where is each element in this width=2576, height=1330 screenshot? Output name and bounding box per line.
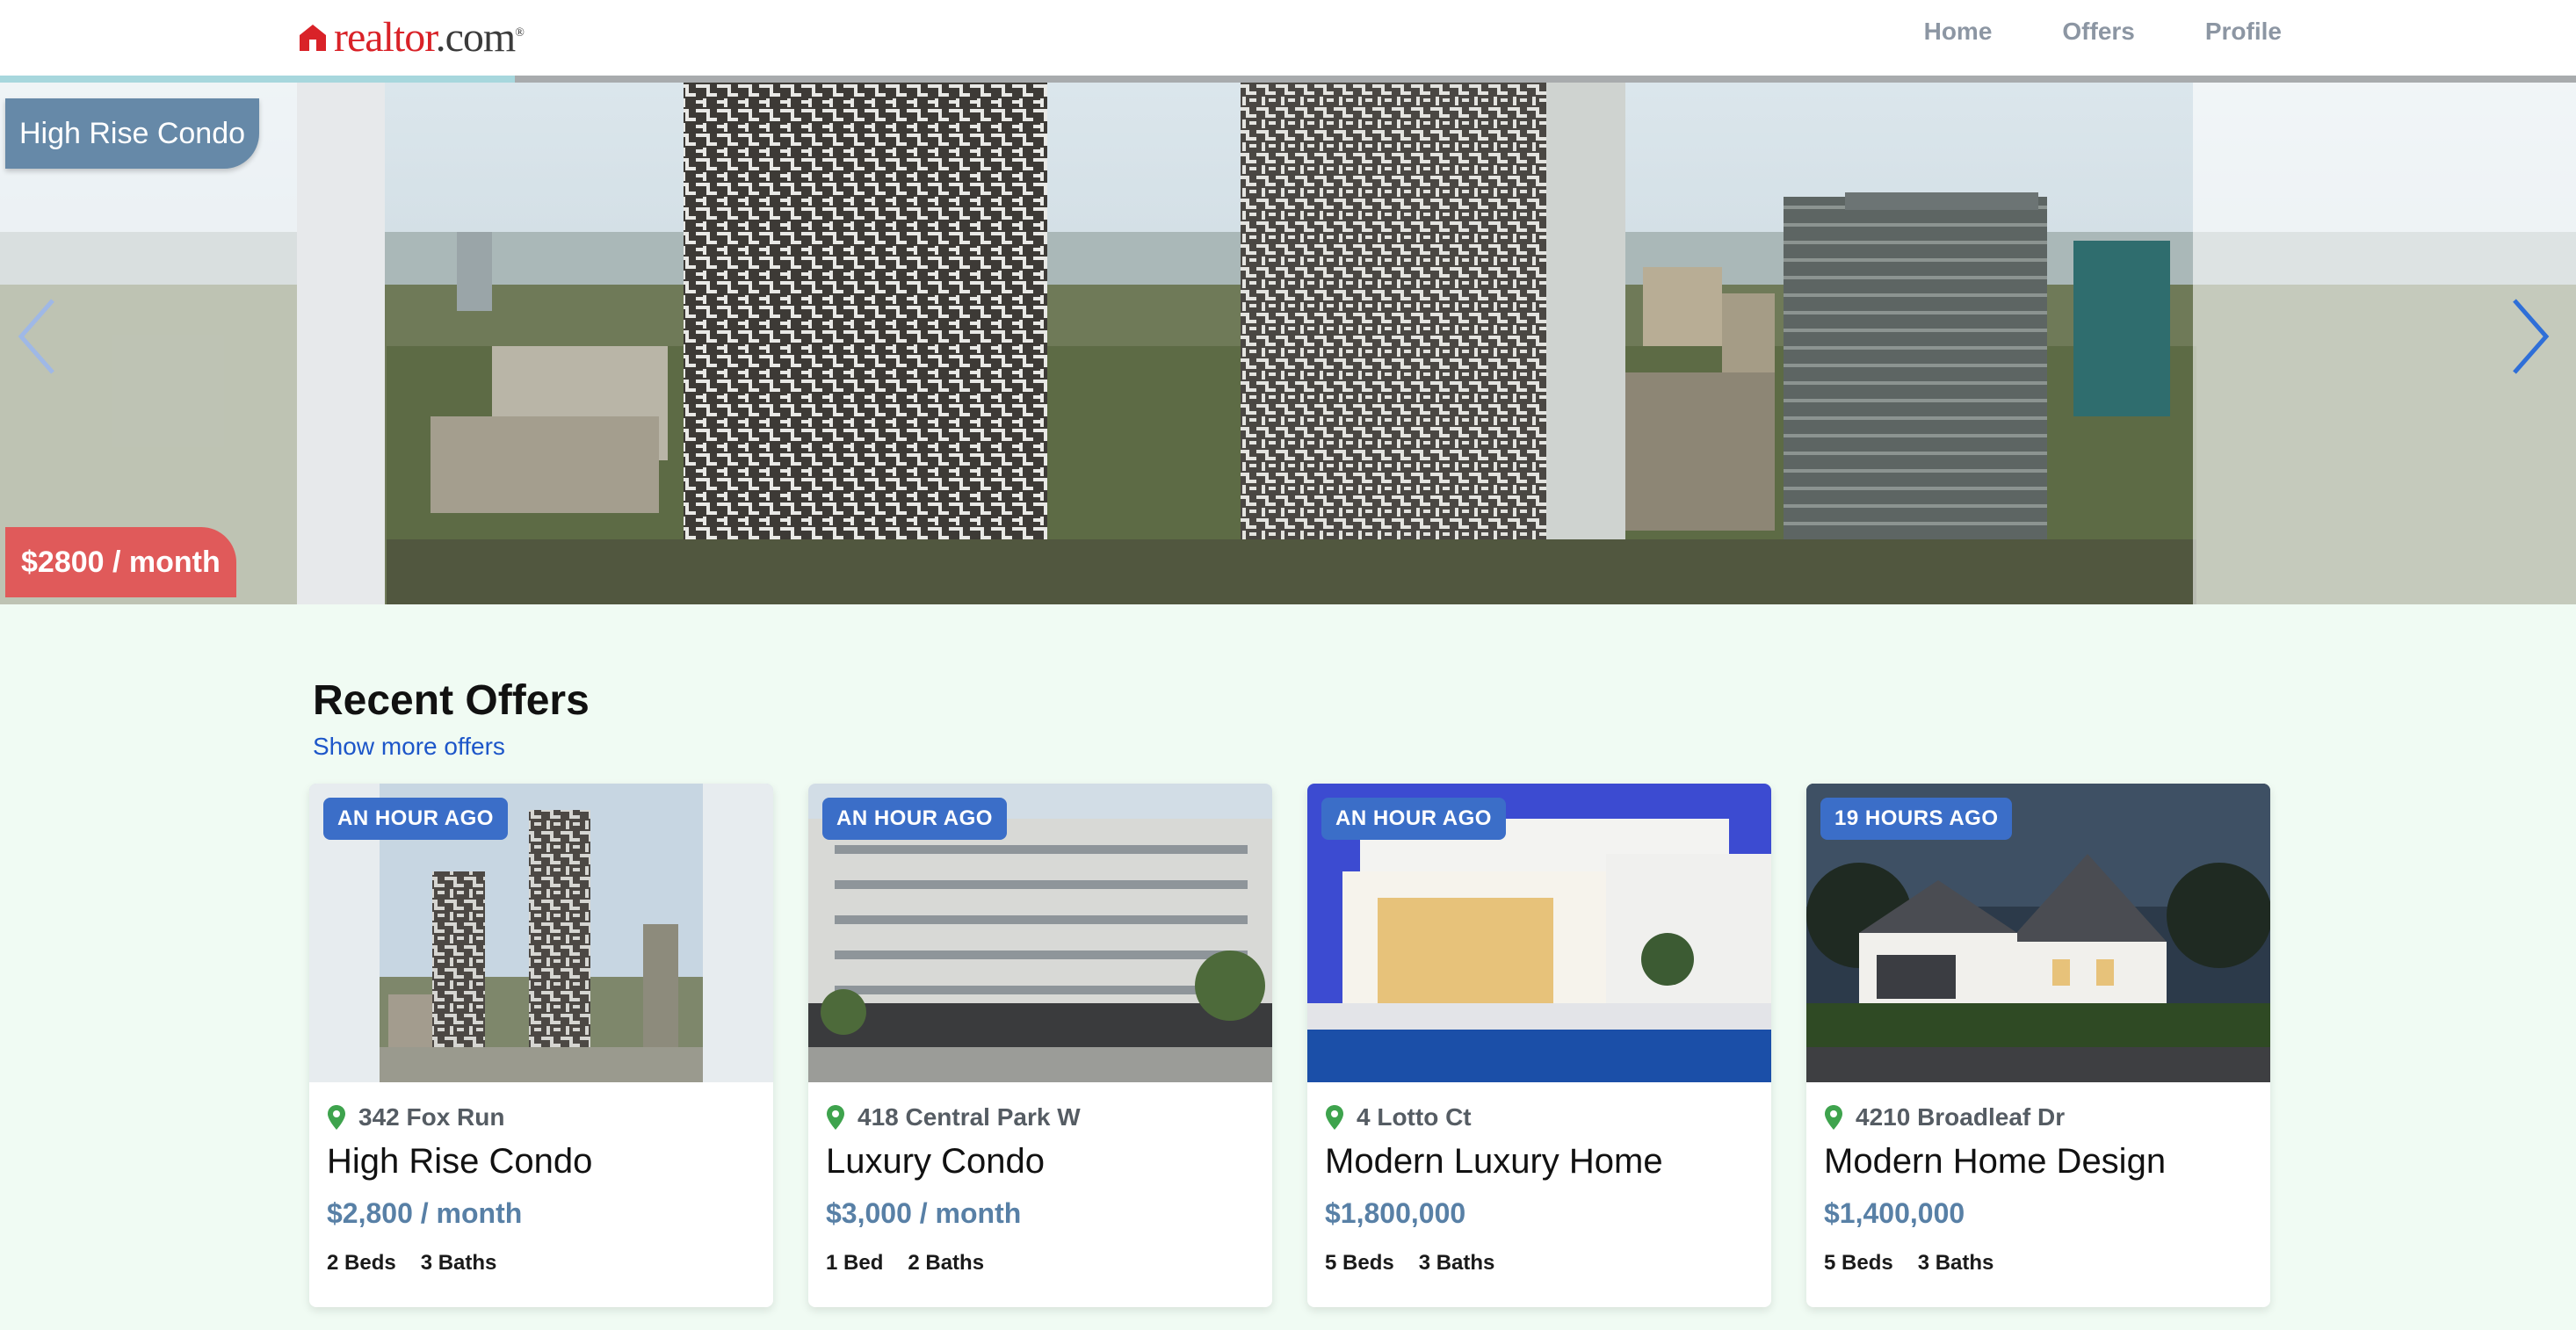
offer-price: $1,800,000: [1325, 1197, 1466, 1229]
offer-title: High Rise Condo: [327, 1142, 593, 1181]
chevron-right-icon: [2513, 299, 2550, 374]
hero-carousel[interactable]: High Rise Condo $2800 / month: [0, 83, 2576, 604]
carousel-progress-fill: [0, 76, 516, 83]
recent-offers-heading: Recent Offers: [313, 677, 590, 724]
offer-address: 418 Central Park W: [857, 1103, 1081, 1131]
hero-slide-image: [0, 83, 2576, 604]
offer-card-body: 418 Central Park W Luxury Condo $3,000 /…: [808, 1082, 1272, 1276]
offer-beds: 2 Beds: [327, 1251, 396, 1275]
offer-features: 2 Beds 3 Baths: [327, 1251, 756, 1276]
posted-time-badge: AN HOUR AGO: [1321, 798, 1506, 840]
carousel-next-button[interactable]: [2509, 297, 2562, 385]
map-pin-icon: [328, 1105, 345, 1130]
offer-beds: 1 Bed: [826, 1251, 884, 1275]
offer-card-image: 19 HOURS AGO: [1806, 784, 2270, 1082]
address-row: 342 Fox Run: [327, 1102, 756, 1133]
posted-time-badge: AN HOUR AGO: [822, 798, 1007, 840]
offer-price: $3,000 / month: [826, 1197, 1022, 1229]
offer-card-image: AN HOUR AGO: [1307, 784, 1771, 1082]
offer-beds: 5 Beds: [1325, 1251, 1394, 1275]
offer-price: $2,800 / month: [327, 1197, 523, 1229]
offer-card-image: AN HOUR AGO: [309, 784, 773, 1082]
top-navbar: realtor.com® Home Offers Profile: [0, 0, 2576, 76]
offer-baths: 3 Baths: [420, 1251, 497, 1275]
posted-time-badge: 19 HOURS AGO: [1820, 798, 2013, 840]
carousel-prev-button[interactable]: [14, 297, 67, 385]
chevron-left-icon: [18, 299, 54, 374]
offer-card-body: 4 Lotto Ct Modern Luxury Home $1,800,000…: [1307, 1082, 1771, 1276]
offer-title: Modern Luxury Home: [1325, 1142, 1663, 1181]
offer-title: Luxury Condo: [826, 1142, 1046, 1181]
offer-address: 4 Lotto Ct: [1357, 1103, 1472, 1131]
map-pin-icon: [1326, 1105, 1343, 1130]
offer-card[interactable]: AN HOUR AGO 418 Central Park W Luxury Co…: [808, 784, 1272, 1307]
realtor-logo[interactable]: realtor.com®: [297, 12, 525, 63]
offers-list: AN HOUR AGO 342 Fox Run High Rise Condo …: [309, 784, 2270, 1307]
offer-card[interactable]: 19 HOURS AGO 4210 Broadleaf Dr Modern Ho…: [1806, 784, 2270, 1307]
address-row: 4 Lotto Ct: [1325, 1102, 1754, 1133]
nav-profile[interactable]: Profile: [2205, 16, 2282, 47]
map-pin-icon: [827, 1105, 844, 1130]
show-more-offers-link[interactable]: Show more offers: [313, 733, 505, 761]
hero-price-tag: $2800 / month: [5, 527, 236, 597]
offer-features: 5 Beds 3 Baths: [1325, 1251, 1754, 1276]
posted-time-badge: AN HOUR AGO: [323, 798, 508, 840]
offer-price: $1,400,000: [1824, 1197, 1965, 1229]
offer-baths: 3 Baths: [1917, 1251, 1994, 1275]
offer-address: 4210 Broadleaf Dr: [1856, 1103, 2066, 1131]
address-row: 4210 Broadleaf Dr: [1824, 1102, 2253, 1133]
offer-card[interactable]: AN HOUR AGO 4 Lotto Ct Modern Luxury Hom…: [1307, 784, 1771, 1307]
nav-home[interactable]: Home: [1924, 16, 1993, 47]
logo-text: realtor.com®: [334, 14, 525, 61]
map-pin-icon: [1825, 1105, 1842, 1130]
main-nav: Home Offers Profile: [1924, 16, 2282, 47]
house-icon: [300, 25, 326, 51]
offer-baths: 2 Baths: [908, 1251, 985, 1275]
offer-beds: 5 Beds: [1824, 1251, 1893, 1275]
offer-card-body: 342 Fox Run High Rise Condo $2,800 / mon…: [309, 1082, 773, 1276]
address-row: 418 Central Park W: [826, 1102, 1255, 1133]
logo-text-main: realtor: [334, 14, 437, 61]
offer-card-body: 4210 Broadleaf Dr Modern Home Design $1,…: [1806, 1082, 2270, 1276]
nav-offers[interactable]: Offers: [2062, 16, 2134, 47]
offer-features: 5 Beds 3 Baths: [1824, 1251, 2253, 1276]
logo-text-domain: .com: [435, 14, 517, 61]
offer-address: 342 Fox Run: [358, 1103, 505, 1131]
carousel-progress-bar: [0, 76, 2576, 83]
offer-card[interactable]: AN HOUR AGO 342 Fox Run High Rise Condo …: [309, 784, 773, 1307]
hero-title-tag: High Rise Condo: [5, 98, 260, 169]
offer-title: Modern Home Design: [1824, 1142, 2167, 1181]
offer-baths: 3 Baths: [1418, 1251, 1495, 1275]
offer-features: 1 Bed 2 Baths: [826, 1251, 1255, 1276]
offer-card-image: AN HOUR AGO: [808, 784, 1272, 1082]
